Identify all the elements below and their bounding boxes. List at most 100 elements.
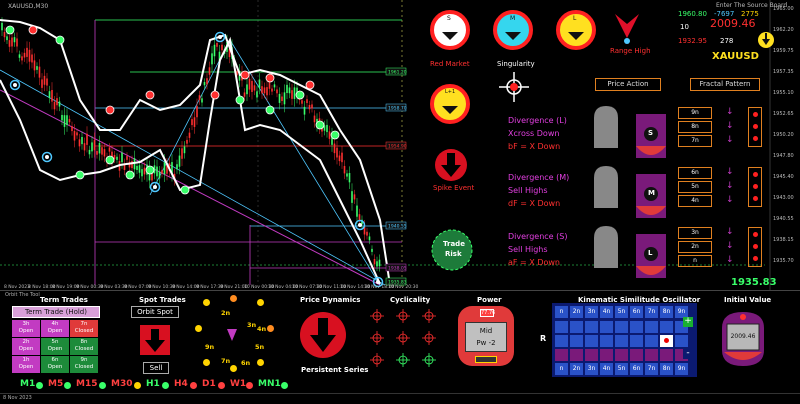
term-cell-line2: Closed (74, 346, 94, 352)
orbit-dot (203, 299, 210, 306)
down-arrow-icon: ↓ (726, 107, 734, 117)
timeframe-mn1[interactable]: MN1 (258, 379, 281, 389)
kinematic-cell: 6n (630, 306, 643, 318)
candle (116, 156, 118, 160)
term-trade-cell[interactable]: 8n Closed (70, 338, 98, 355)
kinematic-minus-button[interactable]: - (683, 349, 693, 359)
kinematic-cell (630, 349, 643, 361)
candle (221, 44, 223, 51)
term-trade-cell[interactable]: 7n Closed (70, 320, 98, 337)
fractal-status-dot (753, 112, 758, 117)
kinematic-cell (555, 349, 568, 361)
candle (206, 78, 208, 85)
timeframe-w1[interactable]: W1 (230, 379, 246, 389)
candle (308, 104, 311, 110)
candle (291, 90, 293, 99)
timeframe-h4[interactable]: H4 (174, 379, 188, 389)
kinematic-cell: n (555, 306, 568, 318)
fractal-cell[interactable]: 4n (678, 195, 712, 207)
fractal-cell[interactable]: 9n (678, 107, 712, 119)
price-action-m: M (590, 164, 676, 226)
kinematic-cell: 4n (600, 363, 613, 375)
fractal-status-dot (753, 184, 758, 189)
price-action-letter: M (648, 189, 655, 197)
candle (43, 75, 46, 85)
candle (188, 132, 191, 138)
price-tick: 1947.80 (773, 153, 794, 159)
trade-risk-button[interactable]: Trade Risk (430, 228, 474, 276)
sell-button[interactable]: Sell (143, 362, 169, 374)
price-tick: 1940.55 (773, 216, 794, 222)
price-dynamics-title: Price Dynamics (300, 296, 361, 304)
buy-signal-dot (75, 170, 85, 180)
kinematic-r-label: R (540, 334, 547, 343)
kinematic-cell (645, 349, 658, 361)
cyclicality-title: Cyclicality (390, 296, 431, 304)
kinematic-cell (570, 321, 583, 333)
term-trade-cell[interactable]: 5n Open (41, 338, 69, 355)
candle (86, 133, 88, 145)
fractal-cell[interactable]: 2n (678, 241, 712, 253)
kinematic-plus-button[interactable]: + (683, 317, 693, 327)
timeframe-bar: M1 M5 M15 M30 H1 H4 D1 W1 MN1 (0, 378, 800, 392)
power-readout: Mid Pw -2 (465, 322, 507, 352)
spike-event-icon (433, 147, 469, 187)
buy-signal-dot (145, 165, 155, 175)
kinematic-cell (555, 321, 568, 333)
fractal-cell[interactable]: 8n (678, 121, 712, 133)
fractal-cell[interactable]: 7n (678, 135, 712, 147)
buy-signal-dot (105, 155, 115, 165)
range-high-label: Range High (610, 47, 651, 55)
candle (203, 82, 206, 86)
spike-event-label: Spike Event (433, 184, 475, 192)
kinematic-cell: 7n (645, 363, 658, 375)
candle (263, 87, 266, 94)
timeframe-m15[interactable]: M15 (76, 379, 97, 389)
term-trade-cell[interactable]: 9n Closed (70, 356, 98, 373)
term-trade-cell[interactable]: 2h Open (12, 338, 40, 355)
candle (108, 147, 111, 152)
candle (208, 67, 211, 75)
timeframe-status-dot (246, 382, 253, 389)
term-trade-cell[interactable]: 3h Open (12, 320, 40, 337)
term-trade-cell[interactable]: 4h Open (41, 320, 69, 337)
candle (373, 258, 376, 265)
cycle-crosshair-icon (422, 331, 436, 345)
fractal-cell[interactable]: 6n (678, 167, 712, 179)
buy-signal-dot (265, 105, 275, 115)
level-tag-label: 1954.90 (388, 144, 407, 150)
term-trade-hold-button[interactable]: Term Trade (Hold) (12, 306, 100, 318)
kinematic-cell: 8n (660, 306, 673, 318)
candle (46, 78, 48, 86)
fractal-cell[interactable]: 3n (678, 227, 712, 239)
timeframe-d1[interactable]: D1 (202, 379, 216, 389)
term-cell-line2: Open (18, 328, 34, 334)
timeframe-m1[interactable]: M1 (20, 379, 35, 389)
candle (376, 261, 378, 267)
level-tag-label: 1958.70 (388, 106, 407, 112)
fractal-cell[interactable]: n (678, 255, 712, 267)
term-cell-line1: 8n (80, 339, 88, 345)
term-trade-cell[interactable]: 6n Open (41, 356, 69, 373)
fractal-pattern-button[interactable]: Fractal Pattern (690, 78, 760, 91)
price-tick: 1945.40 (773, 174, 794, 180)
term-cell-line2: Open (18, 346, 34, 352)
orbit-dot (257, 299, 264, 306)
candle (243, 92, 246, 97)
orbit-spot-button[interactable]: Orbit Spot (131, 306, 179, 318)
timeframe-h1[interactable]: H1 (146, 379, 160, 389)
power-level-bar (475, 356, 497, 363)
timeframe-m30[interactable]: M30 (111, 379, 132, 389)
sell-signal-dot (240, 70, 250, 80)
candle (6, 36, 8, 41)
fractal-status-column (748, 107, 762, 147)
price-action-button[interactable]: Price Action (595, 78, 661, 91)
candle (28, 49, 31, 62)
candle (211, 53, 213, 65)
fractal-cell[interactable]: 5n (678, 181, 712, 193)
red-market-label: Red Market (430, 60, 470, 68)
timeframe-m5[interactable]: M5 (48, 379, 63, 389)
kinematic-cell: 3n (585, 363, 598, 375)
term-trade-cell[interactable]: 1h Open (12, 356, 40, 373)
kinematic-cell (585, 335, 598, 347)
